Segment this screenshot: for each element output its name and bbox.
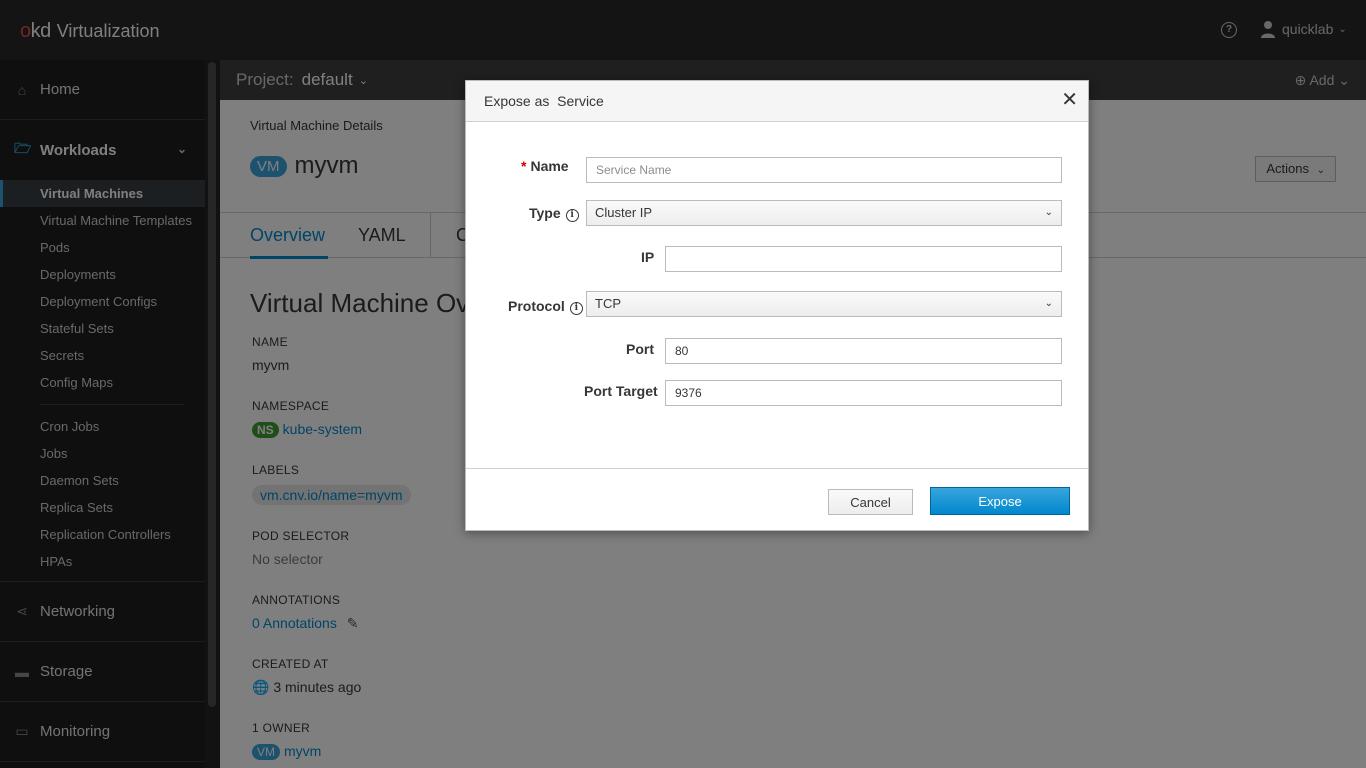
modal-header: Expose as Service ✕ <box>466 81 1088 122</box>
modal-title: Expose as Service <box>484 93 604 109</box>
ip-input[interactable] <box>665 246 1062 272</box>
required-asterisk: * <box>521 158 527 174</box>
type-label: Type i <box>529 205 579 222</box>
expose-button[interactable]: Expose <box>930 487 1070 515</box>
protocol-label-text: Protocol <box>508 298 565 314</box>
ip-label: IP <box>641 249 655 265</box>
type-select[interactable]: Cluster IP ⌄ <box>586 200 1062 226</box>
port-target-label: Port Target <box>584 383 658 399</box>
protocol-select[interactable]: TCP ⌄ <box>586 291 1062 317</box>
modal-footer: Cancel Expose <box>466 468 1088 531</box>
info-icon[interactable]: i <box>569 302 583 315</box>
name-label: * Name <box>521 158 569 174</box>
chevron-down-icon: ⌄ <box>1044 298 1053 309</box>
close-icon[interactable]: ✕ <box>1061 89 1078 111</box>
cancel-button[interactable]: Cancel <box>828 489 913 515</box>
port-input[interactable] <box>665 338 1062 364</box>
expose-service-modal: Expose as Service ✕ *Name Typei Cluster … <box>465 80 1089 531</box>
protocol-select-value: TCP <box>595 296 621 311</box>
chevron-down-icon: ⌄ <box>1044 207 1053 218</box>
service-name-input[interactable] <box>586 157 1062 183</box>
port-label: Port <box>626 341 654 357</box>
port-target-input[interactable] <box>665 380 1062 406</box>
type-select-value: Cluster IP <box>595 205 653 220</box>
protocol-label: Protocol i <box>508 298 583 315</box>
type-label-text: Type <box>529 205 561 221</box>
name-label-text: Name <box>530 158 569 174</box>
info-icon[interactable]: i <box>565 209 579 222</box>
